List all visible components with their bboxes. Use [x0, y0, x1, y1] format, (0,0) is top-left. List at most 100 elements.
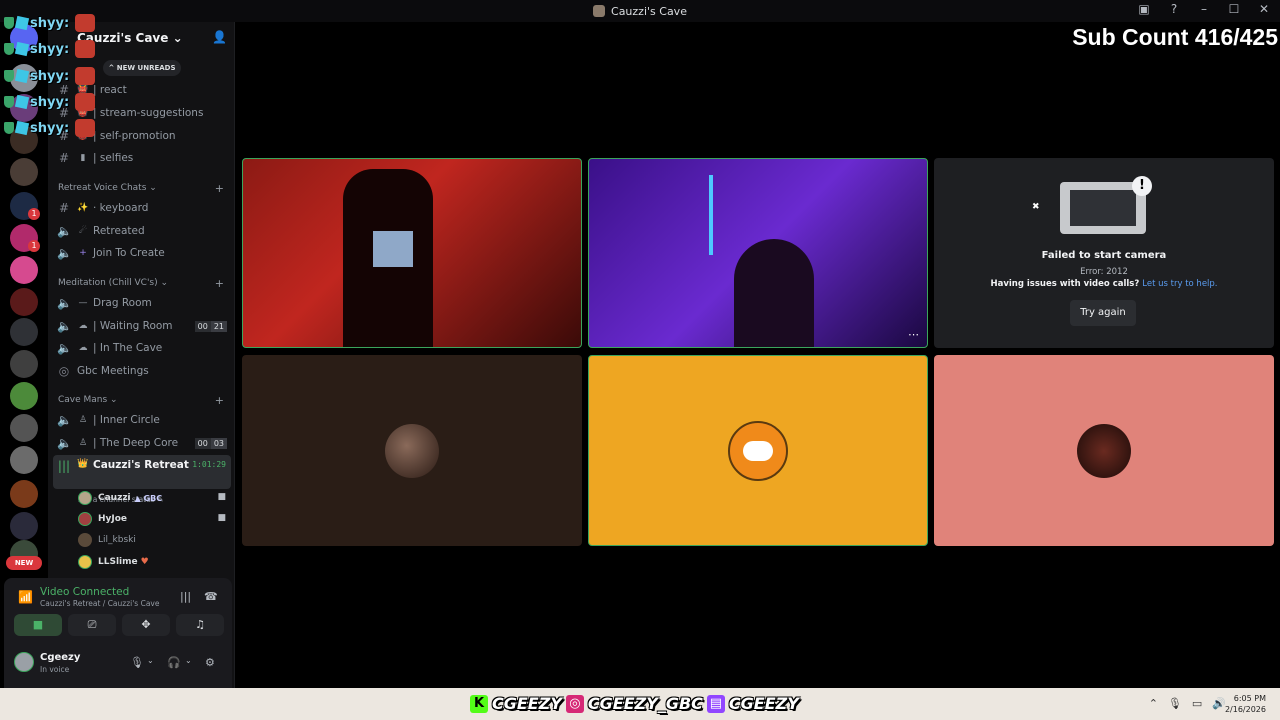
channel-emoji: —	[78, 298, 88, 308]
channel-the-deep-core[interactable]: 🔈 ♙ | The Deep Core 00 03	[53, 433, 231, 453]
channel-label: | selfies	[93, 152, 134, 164]
home-icon[interactable]	[10, 24, 38, 52]
channel-join-to-create[interactable]: 🔈 + Join To Create	[53, 243, 231, 263]
try-again-button[interactable]: Try again	[1070, 300, 1136, 326]
failed-camera-error: Error: 2012	[1080, 267, 1128, 277]
gift-box	[373, 231, 413, 267]
server-name[interactable]: Cauzzi's Cave ⌄	[77, 31, 183, 45]
settings-gear-icon[interactable]: ⚙	[205, 656, 215, 669]
minimize-button[interactable]: –	[1196, 2, 1212, 16]
server-icon[interactable]	[10, 256, 38, 284]
channel-label: | Inner Circle	[93, 414, 160, 426]
server-icon[interactable]	[10, 414, 38, 442]
member-lil-kbski[interactable]: Lil_kbski	[78, 531, 136, 549]
channel-keyboard[interactable]: # ✨ · keyboard	[53, 198, 231, 218]
user-count: 00 21	[194, 320, 227, 332]
avatar	[78, 533, 92, 547]
audio-tile-1[interactable]	[242, 355, 582, 546]
server-icon[interactable]	[10, 512, 38, 540]
help-icon[interactable]: ?	[1166, 2, 1182, 16]
close-button[interactable]: ✕	[1256, 2, 1272, 16]
channel-retreated[interactable]: 🔈 ☄ Retreated	[53, 221, 231, 241]
add-channel-icon[interactable]: +	[215, 277, 224, 290]
member-hyjoe[interactable]: HyJoe	[78, 510, 127, 528]
monitor-icon[interactable]: ▭	[1192, 697, 1202, 710]
channel-label: | In The Cave	[93, 342, 163, 354]
channel-drag-room[interactable]: 🔈 — Drag Room	[53, 293, 231, 313]
alert-icon: !	[1132, 176, 1152, 196]
audio-tile-3[interactable]	[934, 355, 1274, 546]
speaker-icon: 🔈	[57, 341, 72, 355]
user-avatar[interactable]	[14, 652, 34, 672]
channel-gbc-meetings[interactable]: ◎ Gbc Meetings	[53, 361, 231, 381]
channel-in-the-cave[interactable]: 🔈 ☁ | In The Cave	[53, 338, 231, 358]
server-icon[interactable]	[10, 480, 38, 508]
server-icon[interactable]	[10, 382, 38, 410]
camera-button[interactable]: ■	[14, 614, 62, 636]
add-channel-icon[interactable]: +	[215, 394, 224, 407]
server-icon[interactable]	[10, 446, 38, 474]
clock[interactable]: 6:05 PM 2/16/2026	[1225, 693, 1266, 715]
server-icon[interactable]	[10, 126, 38, 154]
voice-status-title[interactable]: Video Connected	[40, 586, 129, 598]
channel-stream-suggestions[interactable]: # 👹 | stream-suggestions	[53, 103, 231, 123]
voice-status-subtitle[interactable]: Cauzzi's Retreat / Cauzzi's Cave	[40, 599, 159, 608]
soundboard-button[interactable]: ♫	[176, 614, 224, 636]
speaker-icon: 🔈	[57, 246, 72, 260]
participant-avatar	[728, 420, 788, 481]
participant-avatar	[1077, 423, 1131, 478]
server-icon[interactable]	[10, 158, 38, 186]
disconnect-icon[interactable]: ☎	[204, 590, 218, 603]
channel-emoji: 👹	[77, 85, 89, 95]
category-label: Meditation (Chill VC's) ⌄	[58, 278, 169, 288]
microphone-icon[interactable]: 🎙	[1168, 697, 1182, 710]
member-llslime[interactable]: LLSlime ♥	[78, 553, 149, 571]
server-icon[interactable]	[10, 288, 38, 316]
microphone-icon[interactable]: 🎙	[130, 656, 144, 669]
server-icon[interactable]	[10, 350, 38, 378]
channel-inner-circle[interactable]: 🔈 ♙ | Inner Circle	[53, 410, 231, 430]
member-cauzzi[interactable]: Cauzzi ▲ GBC	[78, 489, 162, 507]
help-text: Having issues with video calls?	[990, 279, 1140, 289]
add-member-icon[interactable]: 👤	[212, 30, 227, 44]
server-icon[interactable]	[10, 64, 38, 92]
category-meditation[interactable]: Meditation (Chill VC's) ⌄ +	[58, 275, 228, 291]
new-servers-badge[interactable]: NEW	[6, 556, 42, 570]
channel-label: | react	[93, 84, 127, 96]
instagram-icon: ◎	[565, 694, 584, 713]
camera-icon: ■	[217, 492, 226, 502]
noise-suppression-icon[interactable]: |||	[180, 590, 191, 603]
category-retreat-voice-chats[interactable]: Retreat Voice Chats ⌄ +	[58, 180, 228, 196]
activities-button[interactable]: ✥	[122, 614, 170, 636]
video-tile-1[interactable]	[242, 158, 582, 348]
user-count: 00 03	[194, 437, 227, 449]
channel-waiting-room[interactable]: 🔈 ☁ | Waiting Room 00 21	[53, 316, 231, 336]
chevron-down-icon[interactable]: ⌄	[185, 656, 192, 665]
chevron-down-icon[interactable]: ⌄	[147, 656, 154, 665]
channel-emoji: 👑	[77, 459, 89, 469]
help-link[interactable]: Let us try to help.	[1142, 279, 1217, 289]
maximize-button[interactable]: ☐	[1226, 2, 1242, 16]
channel-self-promotion[interactable]: # 👹 | self-promotion	[53, 126, 231, 146]
add-channel-icon[interactable]: +	[215, 182, 224, 195]
chevron-up-icon[interactable]: ⌃	[1149, 697, 1158, 710]
new-unreads-pill[interactable]: ^ NEW UNREADS	[103, 60, 181, 76]
broken-camera-illustration: !	[1060, 176, 1152, 234]
server-icon[interactable]	[10, 318, 38, 346]
channel-emoji: ☁	[78, 343, 88, 353]
channel-react[interactable]: # 👹 | react	[53, 80, 231, 100]
user-name[interactable]: Cgeezy	[40, 652, 80, 663]
channel-cauzzis-retreat[interactable]: ||| 👑 Cauzzi's Retreat 1:01:29	[53, 455, 231, 489]
volume-icon[interactable]: 🔊	[1212, 697, 1226, 710]
video-tile-2[interactable]: ⋯	[588, 158, 928, 348]
member-name: Cauzzi	[98, 493, 131, 503]
server-icon[interactable]	[10, 94, 38, 122]
category-cave-mans[interactable]: Cave Mans ⌄ +	[58, 392, 228, 408]
server-header[interactable]: Cauzzi's Cave ⌄ 👤	[48, 22, 235, 54]
channel-selfies[interactable]: # ▮ | selfies	[53, 148, 231, 168]
more-options-icon[interactable]: ⋯	[908, 328, 919, 341]
inbox-icon[interactable]: ▣	[1136, 2, 1152, 16]
screen-share-button[interactable]: ⎚	[68, 614, 116, 636]
audio-tile-2[interactable]	[588, 355, 928, 546]
headphones-icon[interactable]: 🎧	[167, 656, 181, 669]
